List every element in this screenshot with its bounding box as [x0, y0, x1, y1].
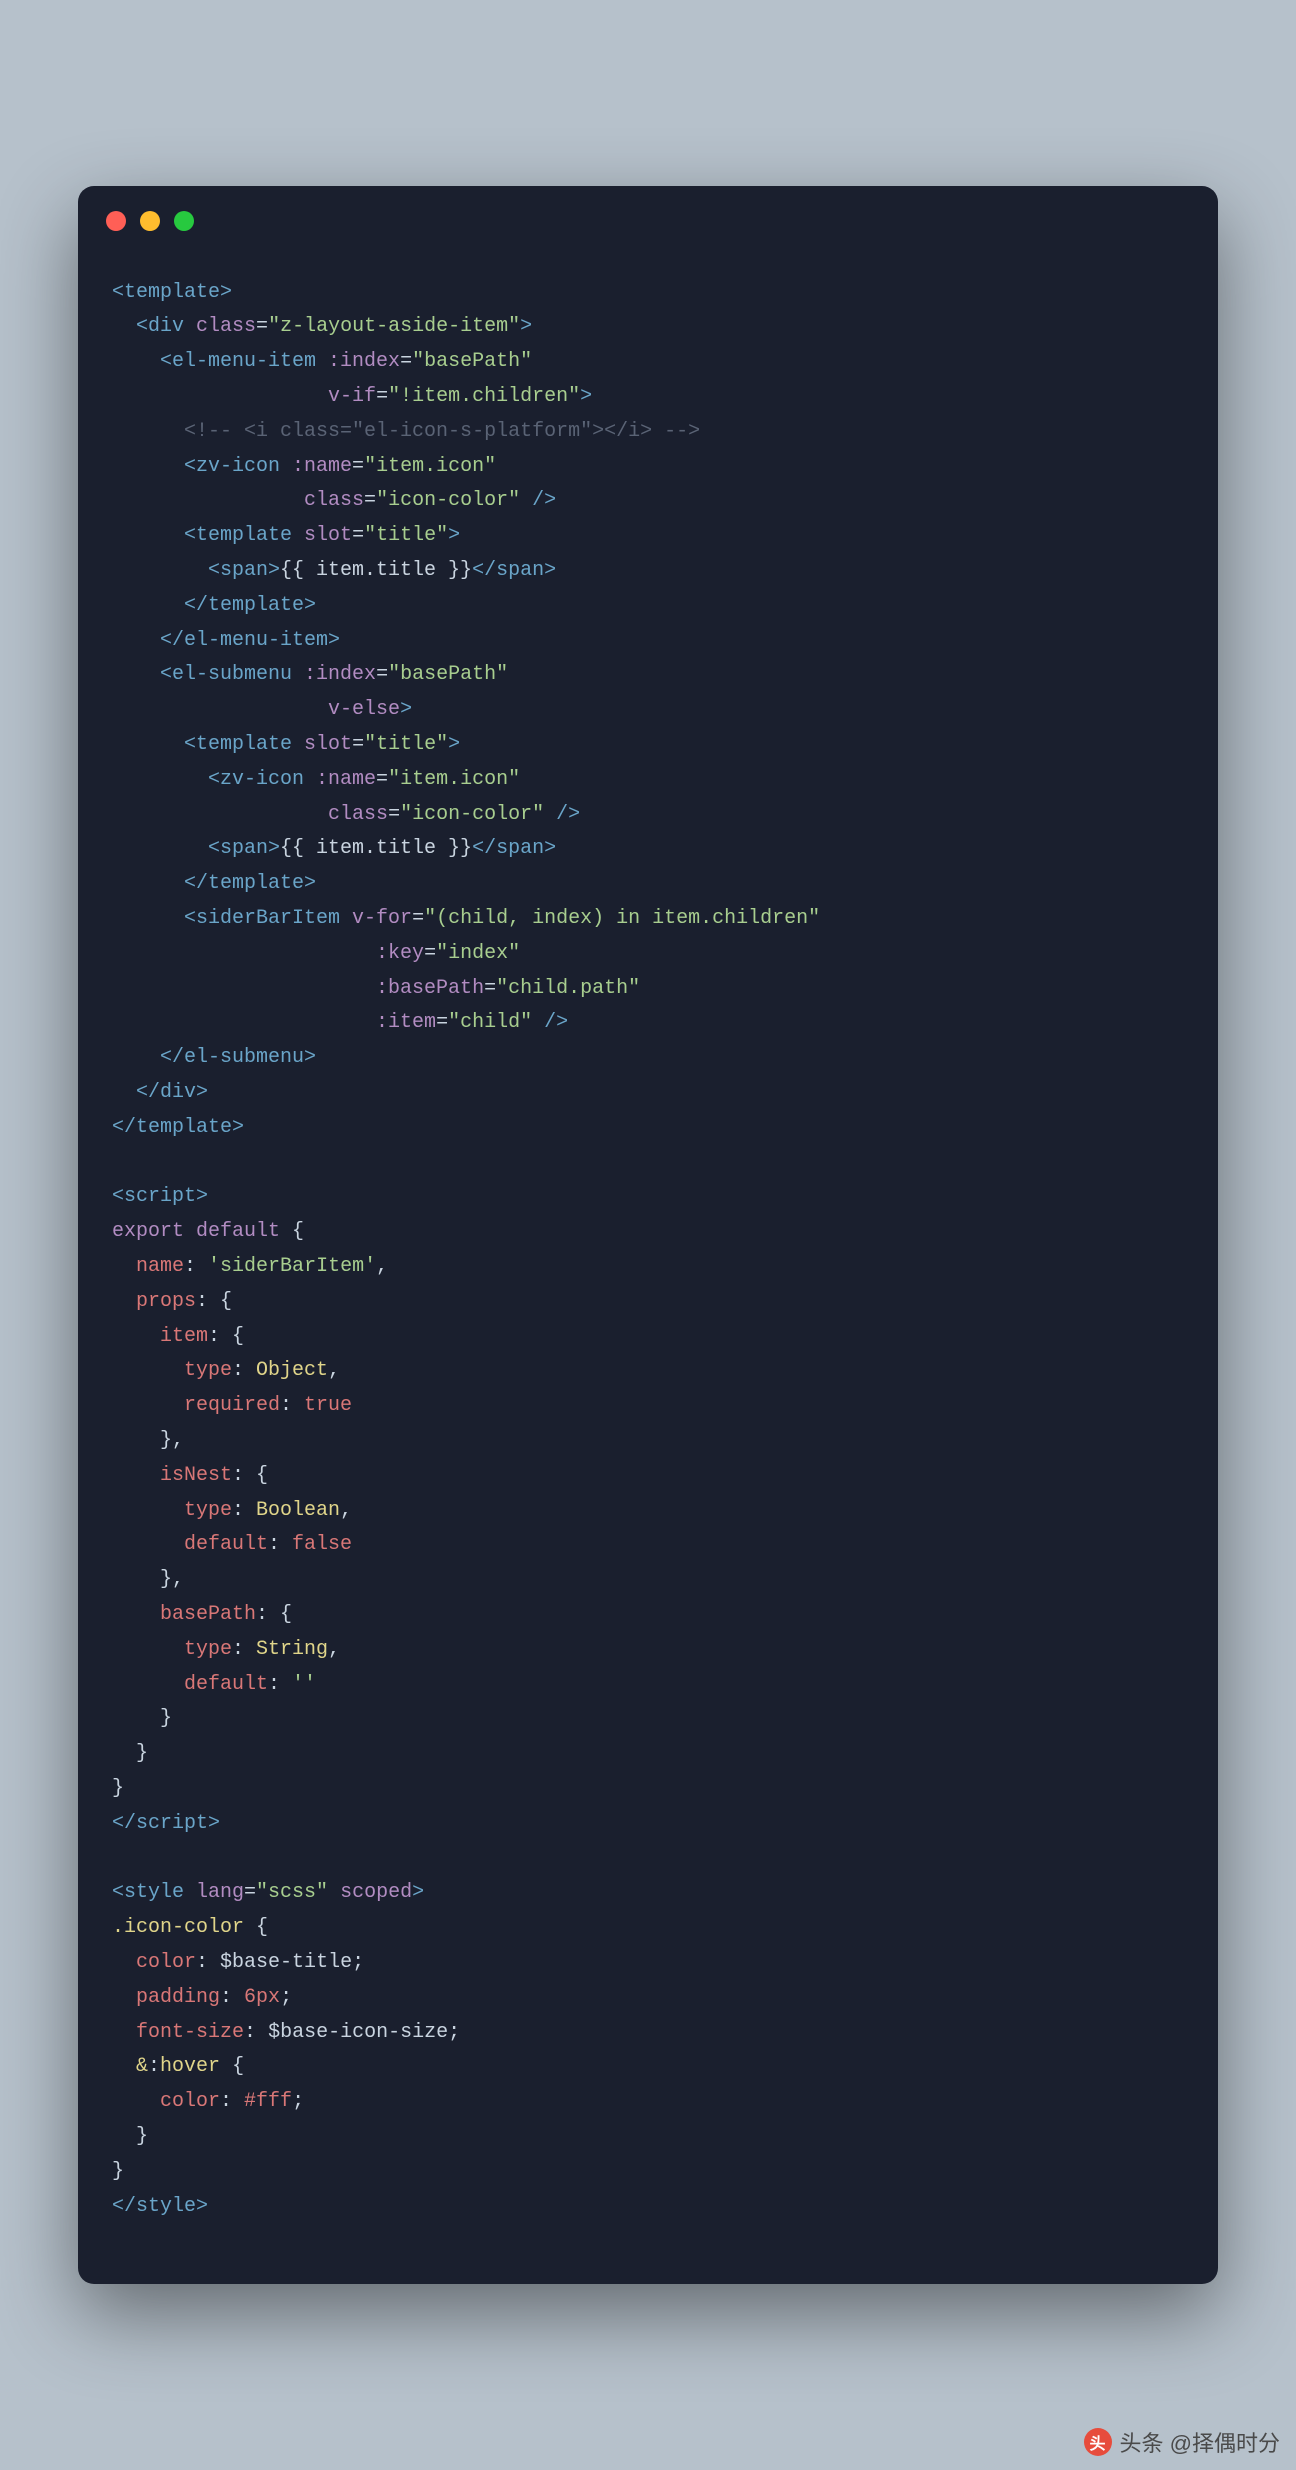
code-window: <template> <div class="z-layout-aside-it…: [78, 186, 1218, 2285]
watermark-text: 头条 @择偶时分: [1120, 2426, 1280, 2458]
watermark: 头 头条 @择偶时分: [1084, 2426, 1280, 2458]
code-content: <template> <div class="z-layout-aside-it…: [78, 256, 1218, 2245]
maximize-icon[interactable]: [174, 211, 194, 231]
window-titlebar: [78, 186, 1218, 256]
minimize-icon[interactable]: [140, 211, 160, 231]
watermark-logo-icon: 头: [1084, 2428, 1112, 2456]
close-icon[interactable]: [106, 211, 126, 231]
